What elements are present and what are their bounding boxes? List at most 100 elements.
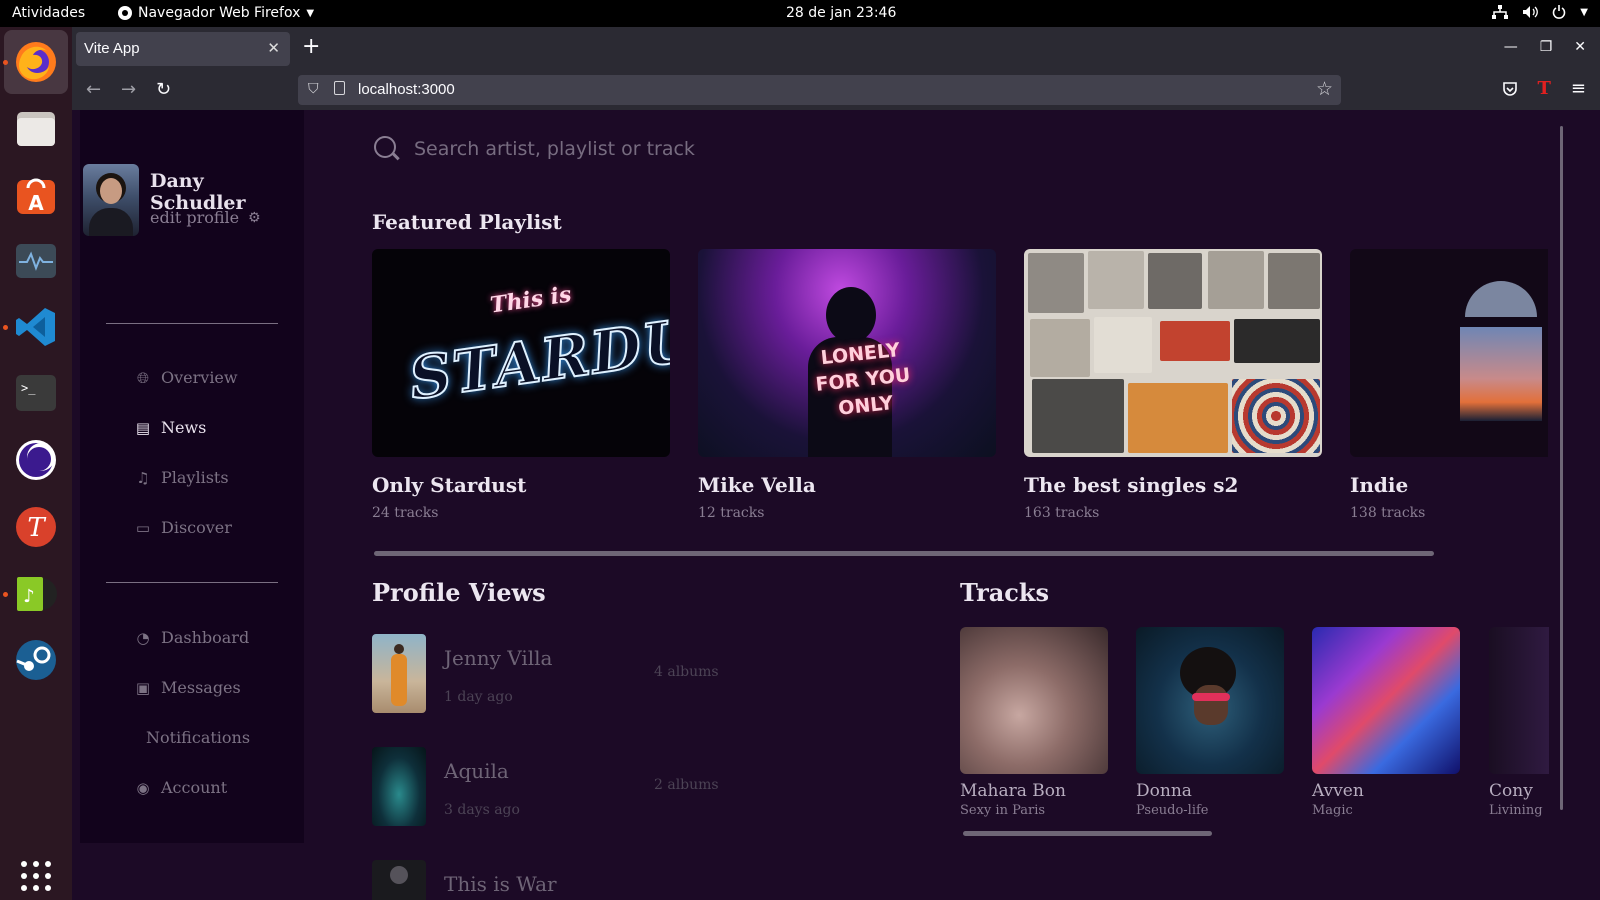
extension-t-icon[interactable]: T	[1538, 78, 1551, 99]
close-icon[interactable]: ✕	[267, 39, 280, 57]
sidebar-item-dashboard[interactable]: ◔ Dashboard	[134, 628, 249, 647]
profile-view-time: 1 day ago	[444, 689, 513, 705]
playlist-cover-image: This is STARDUST	[372, 249, 670, 457]
firefox-icon[interactable]	[10, 36, 62, 88]
sidebar-item-playlists[interactable]: ♫ Playlists	[134, 468, 228, 487]
sidebar-item-messages[interactable]: ▣ Messages	[134, 678, 241, 697]
back-icon[interactable]: ←	[86, 79, 101, 100]
gear-icon[interactable]: ⚙	[248, 210, 261, 226]
track-card[interactable]: Avven Magic	[1312, 627, 1460, 818]
page-scrollbar[interactable]	[1560, 126, 1563, 810]
url-text[interactable]: localhost:3000	[358, 81, 455, 98]
track-card[interactable]: Cony Livining	[1489, 627, 1549, 818]
playlist-track-count: 12 tracks	[698, 505, 765, 521]
playlist-cover-image: LONELY FOR YOU ONLY	[698, 249, 996, 457]
avatar[interactable]	[83, 164, 139, 236]
profile-view-name: Aquila	[444, 759, 509, 783]
sidebar-item-account[interactable]: ◉ Account	[134, 778, 227, 797]
page-icon	[334, 81, 345, 95]
bookmark-star-icon[interactable]: ☆	[1316, 78, 1333, 100]
restore-icon[interactable]: ❐	[1540, 39, 1553, 55]
running-indicator	[3, 325, 8, 330]
playlist-card[interactable]: This is STARDUST Only Stardust 24 tracks	[372, 249, 670, 521]
files-icon[interactable]	[10, 103, 62, 155]
vscode-icon[interactable]	[10, 301, 62, 353]
chevron-down-icon: ▼	[306, 7, 315, 19]
sidebar-item-label: News	[161, 418, 207, 437]
app-menu-label: Navegador Web Firefox	[138, 5, 301, 21]
playlist-card[interactable]: The best singles s2 163 tracks	[1024, 249, 1322, 521]
toolbar-right: T ≡	[1502, 78, 1586, 99]
sidebar-item-label: Discover	[161, 518, 232, 537]
forward-icon[interactable]: →	[121, 79, 136, 100]
profile-view-time: 3 days ago	[444, 802, 520, 818]
svg-text:♪: ♪	[23, 586, 35, 607]
track-subtitle: Pseudo-life	[1136, 803, 1209, 818]
track-title: Cony	[1489, 781, 1533, 801]
track-card[interactable]: Mahara Bon Sexy in Paris	[960, 627, 1108, 818]
track-title: Avven	[1312, 781, 1364, 801]
cover-neon-text: This is	[488, 281, 573, 319]
track-cover-image	[1312, 627, 1460, 774]
svg-text:>_: >_	[21, 381, 36, 395]
track-cover-image	[960, 627, 1108, 774]
tracks-title: Tracks	[960, 578, 1050, 607]
music-note-icon: ♫	[136, 468, 150, 487]
terminal-icon[interactable]: >_	[10, 367, 62, 419]
track-card[interactable]: Donna Pseudo-life	[1136, 627, 1284, 818]
app-menu[interactable]: Navegador Web Firefox ▼	[118, 5, 314, 21]
track-title: Donna	[1136, 781, 1192, 801]
minimize-icon[interactable]: —	[1504, 39, 1518, 55]
show-applications-icon[interactable]	[21, 861, 51, 891]
playlist-title: The best singles s2	[1024, 473, 1239, 497]
playlist-title: Only Stardust	[372, 473, 527, 497]
close-window-icon[interactable]: ✕	[1574, 39, 1586, 55]
edit-profile-link[interactable]: edit profile	[150, 208, 239, 227]
new-tab-button[interactable]: +	[302, 35, 320, 59]
sidebar-item-discover[interactable]: ▭ Discover	[134, 518, 232, 537]
playlist-card[interactable]: Indie 138 tracks	[1350, 249, 1548, 521]
cover-neon-text: LONELY FOR YOU ONLY	[814, 339, 912, 420]
system-monitor-icon[interactable]	[10, 235, 62, 287]
sidebar-item-label: Overview	[161, 368, 238, 387]
clock[interactable]: 28 de jan 23:46	[786, 5, 896, 21]
divider	[106, 323, 278, 324]
profile-view-albums: 2 albums	[654, 777, 719, 793]
playlist-scrollbar[interactable]	[374, 551, 1434, 556]
app-center-icon[interactable]: A	[10, 169, 62, 221]
menu-icon[interactable]: ≡	[1571, 78, 1586, 99]
browser-nav-bar: ← → ↻ ⛉ localhost:3000 ☆ T ≡	[72, 70, 1600, 110]
search-bar	[372, 136, 972, 166]
profile-view-item[interactable]: Aquila 3 days ago 2 albums	[372, 747, 792, 827]
playlist-cover-image	[1350, 249, 1548, 457]
tab-title: Vite App	[84, 40, 140, 57]
shield-icon[interactable]: ⛉	[308, 81, 319, 97]
playlist-card[interactable]: LONELY FOR YOU ONLY Mike Vella 12 tracks	[698, 249, 996, 521]
gauge-icon: ◔	[136, 628, 150, 647]
sidebar-item-overview[interactable]: 🌐︎ Overview	[134, 368, 238, 387]
power-icon	[1553, 5, 1566, 19]
music-player-icon[interactable]: ♪	[10, 568, 62, 620]
profile-view-item[interactable]: This is War	[372, 860, 792, 900]
pocket-icon[interactable]	[1502, 81, 1518, 97]
address-bar[interactable]: ⛉ localhost:3000 ☆	[298, 75, 1341, 105]
browser-tab[interactable]: Vite App ✕	[76, 32, 290, 66]
message-icon: ▣	[135, 678, 151, 697]
steam-icon[interactable]	[10, 634, 62, 686]
profile-view-item[interactable]: Jenny Villa 1 day ago 4 albums	[372, 634, 792, 714]
activities-button[interactable]: Atividades	[12, 5, 85, 21]
sidebar-item-news[interactable]: ▤ News	[134, 418, 206, 437]
track-subtitle: Livining	[1489, 803, 1543, 818]
tipp10-icon[interactable]: T	[10, 501, 62, 553]
tor-browser-icon[interactable]	[10, 434, 62, 486]
system-tray[interactable]: ▼	[1492, 5, 1588, 19]
reload-icon[interactable]: ↻	[156, 79, 171, 100]
window-controls: — ❐ ✕	[1504, 39, 1586, 55]
tracks-scrollbar[interactable]	[963, 831, 1212, 836]
profile-view-name: Jenny Villa	[444, 646, 553, 670]
sidebar-item-notifications[interactable]: Notifications	[146, 728, 250, 747]
sidebar-item-label: Messages	[161, 678, 241, 697]
search-input[interactable]	[414, 136, 934, 162]
track-cover-image	[1136, 627, 1284, 774]
profile-view-albums: 4 albums	[654, 664, 719, 680]
